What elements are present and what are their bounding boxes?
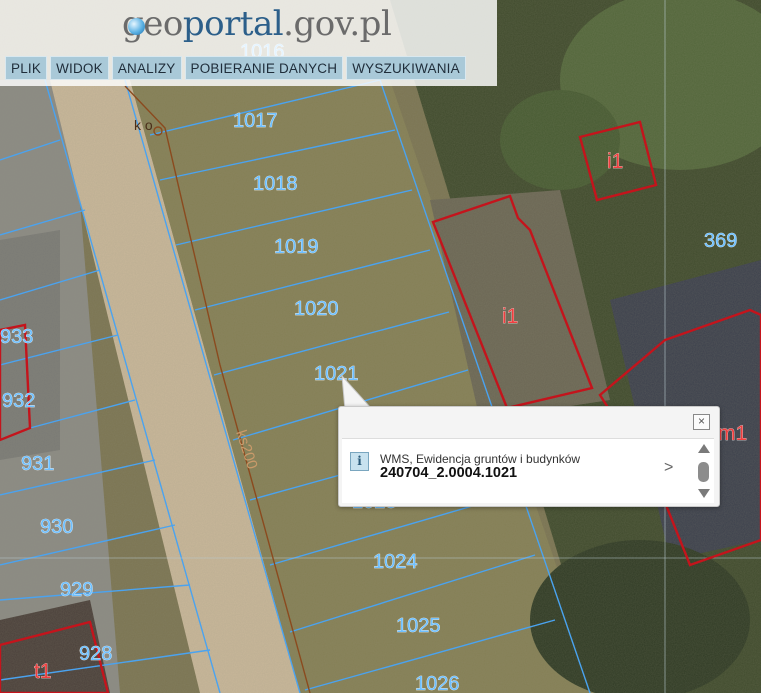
parcel-number-label: 1025 (396, 615, 441, 637)
building-label: i1 (607, 150, 623, 173)
close-icon[interactable]: × (693, 414, 710, 430)
parcel-number-label: 1021 (314, 363, 359, 385)
parcel-number-label: 933 (0, 326, 33, 348)
parcel-number-label: 1018 (253, 173, 298, 195)
building-label: t1 (34, 660, 52, 683)
parcel-number-label: 1024 (373, 551, 418, 573)
parcel-number-label: 1020 (294, 298, 339, 320)
building-label: i1 (502, 305, 518, 328)
menu-item-pobieranie-danych[interactable]: POBIERANIE DANYCH (184, 56, 344, 80)
logo-suffix: .gov.pl (283, 4, 392, 44)
popup-content: i WMS, Ewidencja gruntów i budynków 2407… (342, 438, 714, 503)
scroll-thumb[interactable] (698, 462, 709, 482)
parcel-number-label: 1017 (233, 110, 278, 132)
popup-scrollbar[interactable] (697, 444, 711, 500)
chevron-right-icon[interactable]: > (664, 459, 673, 477)
point-label: k o (134, 117, 153, 133)
main-menu: PLIK WIDOK ANALIZY POBIERANIE DANYCH WYS… (5, 56, 466, 80)
parcel-identifier[interactable]: 240704_2.0004.1021 (380, 465, 517, 481)
parcel-number-label: 930 (40, 516, 73, 538)
parcel-number-label: 369 (704, 230, 737, 252)
parcel-number-label: 1026 (415, 673, 460, 693)
menu-item-analizy[interactable]: ANALIZY (111, 56, 182, 80)
layer-source: WMS, Ewidencja gruntów i budynków (380, 452, 581, 466)
parcel-number-label: 1019 (274, 236, 319, 258)
building-label: m1 (718, 422, 747, 445)
info-icon: i (350, 452, 369, 471)
parcel-number-label: 931 (21, 453, 54, 475)
parcel-number-label: 932 (2, 390, 35, 412)
menu-item-plik[interactable]: PLIK (5, 56, 48, 80)
geoportal-logo[interactable]: geoportal.gov.pl (122, 4, 392, 44)
globe-icon (128, 18, 145, 35)
scroll-down-icon[interactable] (698, 489, 710, 498)
top-header: geoportal.gov.pl PLIK WIDOK ANALIZY POBI… (0, 0, 497, 86)
feature-info-popup: × i WMS, Ewidencja gruntów i budynków 24… (338, 406, 720, 507)
menu-item-widok[interactable]: WIDOK (50, 56, 109, 80)
scroll-up-icon[interactable] (698, 444, 710, 453)
parcel-number-label: 928 (79, 643, 112, 665)
menu-item-wyszukiwania[interactable]: WYSZUKIWANIA (346, 56, 466, 80)
logo-accent: portal (182, 4, 284, 44)
map-canvas[interactable]: 1016101710181019102010211023102410251026… (0, 0, 761, 693)
parcel-number-label: 929 (60, 579, 93, 601)
